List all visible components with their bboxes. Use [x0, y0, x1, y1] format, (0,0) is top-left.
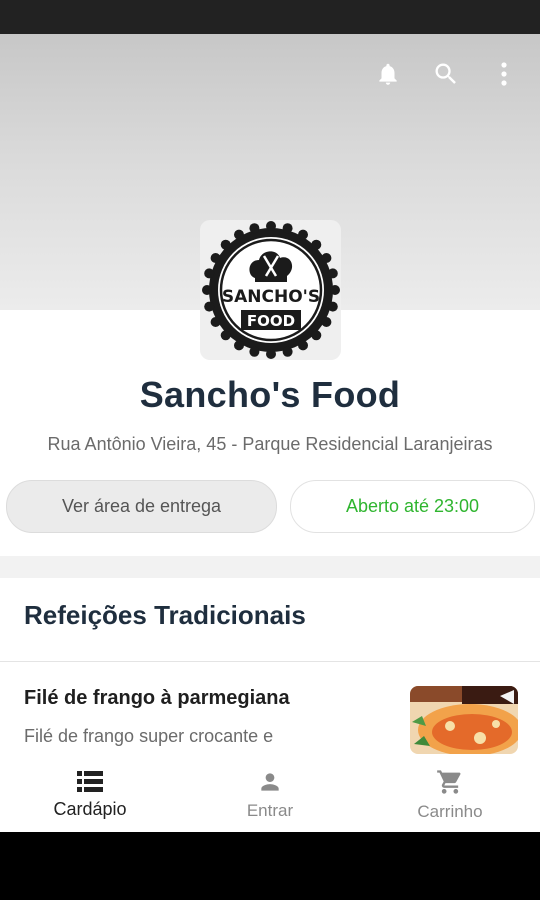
restaurant-address: Rua Antônio Vieira, 45 - Parque Residenc…	[47, 434, 493, 454]
bell-icon[interactable]	[370, 56, 406, 92]
person-icon	[261, 773, 279, 791]
restaurant-logo: SANCHO'S FOOD	[200, 220, 341, 360]
status-bar	[0, 0, 540, 34]
logo-sub-text: FOOD	[246, 312, 294, 330]
logo-main-text: SANCHO'S	[221, 287, 319, 307]
nav-item-cardapio[interactable]: Cardápio	[0, 758, 180, 832]
more-vert-icon[interactable]	[486, 56, 522, 92]
section-separator	[0, 556, 540, 578]
menu-section-title: Refeições Tradicionais	[24, 600, 306, 630]
nav-label-cardapio: Cardápio	[53, 798, 127, 819]
nav-item-entrar[interactable]: Entrar	[180, 758, 360, 832]
nav-label-entrar: Entrar	[246, 801, 294, 820]
delivery-area-button[interactable]: Ver área de entrega	[6, 480, 277, 533]
top-actions	[370, 56, 522, 92]
menu-item-description: Filé de frango super crocante e	[24, 726, 274, 746]
search-icon[interactable]	[428, 56, 464, 92]
menu-item[interactable]: Filé de frango à parmegiana Filé de fran…	[0, 662, 540, 757]
app-screen: SANCHO'S FOOD Sancho's Food Rua Antônio …	[0, 34, 540, 832]
nav-label-carrinho: Carrinho	[417, 802, 483, 821]
cart-icon	[437, 770, 461, 794]
menu-item-photo	[410, 686, 518, 754]
bottom-navigation: Cardápio Entrar Carrinho	[0, 758, 540, 832]
nav-item-carrinho[interactable]: Carrinho	[360, 758, 540, 832]
restaurant-name: Sancho's Food	[139, 374, 401, 415]
menu-list-icon	[77, 770, 103, 792]
menu-item-name: Filé de frango à parmegiana	[24, 687, 290, 709]
open-hours-badge: Aberto até 23:00	[290, 480, 535, 533]
system-nav-area	[0, 832, 540, 900]
